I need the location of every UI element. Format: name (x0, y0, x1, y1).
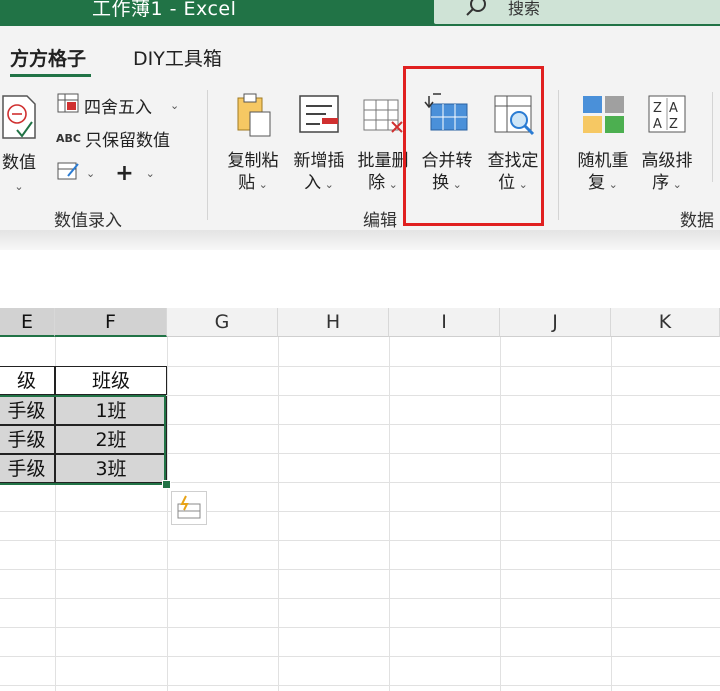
value-icon (0, 92, 42, 148)
group-label-edit: 编辑 (363, 211, 397, 231)
group-label-value-entry: 数值录入 (54, 211, 122, 231)
gridline (0, 569, 720, 570)
chevron-down-icon: ⌄ (145, 167, 155, 180)
gridline (0, 656, 720, 657)
plus-icon[interactable]: + (115, 161, 133, 186)
gridline (0, 511, 720, 512)
insert-button[interactable]: 新增插 入 ⌄ (288, 92, 350, 196)
search-box[interactable]: 搜索 (434, 0, 720, 24)
flash-fill-icon (172, 495, 206, 528)
chevron-down-icon: ⌄ (321, 178, 334, 191)
svg-text:Z: Z (653, 101, 662, 116)
random-repeat-icon (572, 92, 634, 146)
tab-diy-toolbox[interactable]: DIY工具箱 (133, 44, 222, 71)
round-button[interactable]: 四舍五入 ⌄ (56, 92, 179, 119)
group-separator (558, 90, 559, 220)
advanced-sort-button[interactable]: ZAAZ 高级排 序 ⌄ (636, 92, 698, 196)
chevron-down-icon: ⌄ (385, 178, 398, 191)
column-header-k[interactable]: K (611, 308, 720, 337)
gridline (0, 540, 720, 541)
chevron-down-icon: ⌄ (170, 99, 180, 112)
edit-check-icon (56, 160, 82, 187)
window-title: 工作薄1 - Excel (92, 0, 237, 20)
ribbon-shadow (0, 230, 720, 250)
tab-fangfanggezi[interactable]: 方方格子 (10, 44, 86, 71)
random-repeat-button[interactable]: 随机重 复 ⌄ (572, 92, 634, 196)
column-header-f[interactable]: F (55, 308, 167, 337)
formula-area (0, 250, 720, 309)
gridline (0, 598, 720, 599)
edit-check-button[interactable]: ⌄ + ⌄ (56, 160, 155, 187)
chevron-down-icon: ⌄ (605, 178, 618, 191)
chevron-down-icon: ⌄ (14, 180, 24, 193)
search-icon (464, 0, 490, 22)
svg-text:A: A (669, 101, 678, 116)
svg-text:Z: Z (669, 117, 678, 132)
column-header-e[interactable]: E (0, 308, 55, 337)
column-header-j[interactable]: J (500, 308, 611, 337)
group-separator (207, 90, 208, 220)
clipboard-icon (222, 92, 284, 146)
highlight-box (403, 66, 544, 226)
chevron-down-icon: ⌄ (86, 167, 96, 180)
sort-az-icon: ZAAZ (636, 92, 698, 146)
column-header-i[interactable]: I (389, 308, 500, 337)
chevron-down-icon: ⌄ (669, 178, 682, 191)
title-bar: 工作薄1 - Excel 搜索 (0, 0, 720, 26)
abc-icon: ABC (56, 132, 81, 145)
active-tab-indicator (10, 74, 91, 77)
column-header-h[interactable]: H (278, 308, 389, 337)
value-button[interactable]: 数值 ⌄ (0, 92, 42, 198)
keep-values-button[interactable]: ABC 只保留数值 (56, 126, 170, 151)
svg-text:A: A (653, 117, 662, 132)
gridline (389, 337, 390, 691)
group-label-data: 数据 (680, 211, 714, 231)
chevron-down-icon: ⌄ (255, 178, 268, 191)
gridline (167, 337, 168, 691)
fill-handle[interactable] (162, 480, 171, 489)
gridline (500, 337, 501, 691)
cell-f-header[interactable]: 班级 (55, 366, 167, 395)
ribbon-tabs (0, 26, 720, 80)
search-placeholder: 搜索 (508, 0, 541, 18)
gridline (278, 337, 279, 691)
gridline (0, 627, 720, 628)
insert-rows-icon (288, 92, 350, 146)
cell-e-header[interactable]: 级 (0, 366, 55, 395)
round-icon (56, 92, 80, 119)
flash-fill-options-button[interactable] (171, 491, 207, 525)
copy-paste-button[interactable]: 复制粘 贴 ⌄ (222, 92, 284, 196)
selection-border (0, 395, 166, 485)
column-header-g[interactable]: G (167, 308, 278, 337)
group-separator (712, 92, 713, 182)
gridline (0, 685, 720, 686)
gridline (611, 337, 612, 691)
